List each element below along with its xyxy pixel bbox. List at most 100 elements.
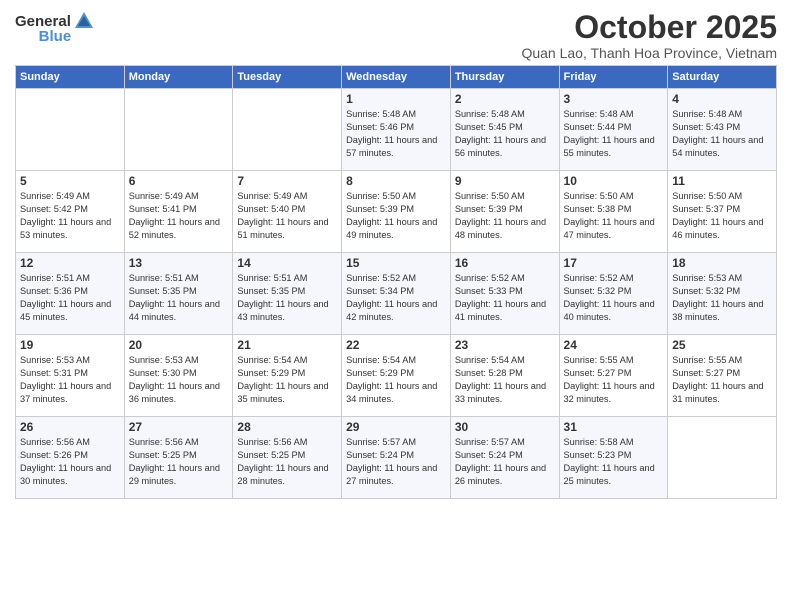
table-row: 19Sunrise: 5:53 AMSunset: 5:31 PMDayligh… xyxy=(16,335,125,417)
table-row: 10Sunrise: 5:50 AMSunset: 5:38 PMDayligh… xyxy=(559,171,668,253)
table-row: 2Sunrise: 5:48 AMSunset: 5:45 PMDaylight… xyxy=(450,89,559,171)
cell-daylight: Daylight: 11 hours and 27 minutes. xyxy=(346,463,437,486)
cell-sunset: Sunset: 5:27 PM xyxy=(564,368,632,378)
table-row: 30Sunrise: 5:57 AMSunset: 5:24 PMDayligh… xyxy=(450,417,559,499)
cell-sunset: Sunset: 5:32 PM xyxy=(672,286,740,296)
table-row: 8Sunrise: 5:50 AMSunset: 5:39 PMDaylight… xyxy=(342,171,451,253)
table-row: 7 Sunrise: 5:49 AM Sunset: 5:40 PM Daylight… xyxy=(233,171,342,253)
day-number: 11 xyxy=(672,174,772,188)
cell-daylight: Daylight: 11 hours and 42 minutes. xyxy=(346,299,437,322)
cell-sunset: Sunset: 5:25 PM xyxy=(129,450,197,460)
cell-sunset: Sunset: 5:46 PM xyxy=(346,122,414,132)
cell-sunset: Sunset: 5:26 PM xyxy=(20,450,88,460)
table-row: 3Sunrise: 5:48 AMSunset: 5:44 PMDaylight… xyxy=(559,89,668,171)
day-number: 1 xyxy=(346,92,446,106)
day-number: 19 xyxy=(20,338,120,352)
cell-sunrise: Sunrise: 5:52 AM xyxy=(564,273,634,283)
cell-daylight: Daylight: 11 hours and 55 minutes. xyxy=(564,135,655,158)
cell-daylight: Daylight: 11 hours and 33 minutes. xyxy=(455,381,546,404)
cell-sunrise: Sunrise: 5:48 AM xyxy=(672,109,742,119)
cell-daylight: Daylight: 11 hours and 37 minutes. xyxy=(20,381,111,404)
cell-sunrise: Sunrise: 5:53 AM xyxy=(129,355,199,365)
cell-sunset: Sunset: 5:23 PM xyxy=(564,450,632,460)
cell-sunrise: Sunrise: 5:48 AM xyxy=(346,109,416,119)
cell-sunset: Sunset: 5:24 PM xyxy=(346,450,414,460)
table-row: 25Sunrise: 5:55 AMSunset: 5:27 PMDayligh… xyxy=(668,335,777,417)
table-row: 15Sunrise: 5:52 AMSunset: 5:34 PMDayligh… xyxy=(342,253,451,335)
day-number: 4 xyxy=(672,92,772,106)
cell-sunset: Sunset: 5:39 PM xyxy=(455,204,523,214)
cell-daylight: Daylight: 11 hours and 47 minutes. xyxy=(564,217,655,240)
cell-sunset: Sunset: 5:24 PM xyxy=(455,450,523,460)
cell-sunset: Sunset: 5:33 PM xyxy=(455,286,523,296)
cell-sunrise: Sunrise: 5:54 AM xyxy=(237,355,307,365)
cell-sunrise: Sunrise: 5:50 AM xyxy=(564,191,634,201)
cell-sunset: Sunset: 5:41 PM xyxy=(129,204,197,214)
table-row: 13Sunrise: 5:51 AMSunset: 5:35 PMDayligh… xyxy=(124,253,233,335)
cell-sunrise: Sunrise: 5:55 AM xyxy=(672,355,742,365)
cell-sunrise: Sunrise: 5:56 AM xyxy=(129,437,199,447)
logo-icon xyxy=(73,10,95,32)
day-number: 7 xyxy=(237,174,337,188)
table-row: 28Sunrise: 5:56 AMSunset: 5:25 PMDayligh… xyxy=(233,417,342,499)
header-tuesday: Tuesday xyxy=(233,66,342,89)
table-row: 4 Sunrise: 5:48 AM Sunset: 5:43 PM Daylight… xyxy=(668,89,777,171)
day-number: 29 xyxy=(346,420,446,434)
table-row: 9Sunrise: 5:50 AMSunset: 5:39 PMDaylight… xyxy=(450,171,559,253)
cell-sunset: Sunset: 5:38 PM xyxy=(564,204,632,214)
table-row: 18Sunrise: 5:53 AMSunset: 5:32 PMDayligh… xyxy=(668,253,777,335)
cell-daylight: Daylight: 11 hours and 34 minutes. xyxy=(346,381,437,404)
cell-sunset: Sunset: 5:44 PM xyxy=(564,122,632,132)
subtitle: Quan Lao, Thanh Hoa Province, Vietnam xyxy=(521,45,777,61)
cell-sunrise: Sunrise: 5:51 AM xyxy=(237,273,307,283)
table-row xyxy=(668,417,777,499)
cell-daylight: Daylight: 11 hours and 43 minutes. xyxy=(237,299,328,322)
main-container: General Blue October 2025 Quan Lao, Than… xyxy=(0,0,792,507)
cell-sunrise: Sunrise: 5:51 AM xyxy=(129,273,199,283)
cell-sunrise: Sunrise: 5:50 AM xyxy=(672,191,742,201)
logo: General Blue xyxy=(15,10,95,45)
cell-sunrise: Sunrise: 5:48 AM xyxy=(564,109,634,119)
cell-sunrise: Sunrise: 5:55 AM xyxy=(564,355,634,365)
cell-sunset: Sunset: 5:43 PM xyxy=(672,122,740,132)
cell-sunrise: Sunrise: 5:54 AM xyxy=(455,355,525,365)
table-row xyxy=(233,89,342,171)
day-number: 23 xyxy=(455,338,555,352)
cell-daylight: Daylight: 11 hours and 25 minutes. xyxy=(564,463,655,486)
cell-sunrise: Sunrise: 5:57 AM xyxy=(455,437,525,447)
cell-daylight: Daylight: 11 hours and 54 minutes. xyxy=(672,135,763,158)
cell-daylight: Daylight: 11 hours and 36 minutes. xyxy=(129,381,220,404)
day-number: 5 xyxy=(20,174,120,188)
table-row: 27Sunrise: 5:56 AMSunset: 5:25 PMDayligh… xyxy=(124,417,233,499)
header-friday: Friday xyxy=(559,66,668,89)
cell-daylight: Daylight: 11 hours and 52 minutes. xyxy=(129,217,220,240)
cell-daylight: Daylight: 11 hours and 57 minutes. xyxy=(346,135,437,158)
day-number: 9 xyxy=(455,174,555,188)
table-row xyxy=(124,89,233,171)
cell-daylight: Daylight: 11 hours and 56 minutes. xyxy=(455,135,546,158)
table-row: 21Sunrise: 5:54 AMSunset: 5:29 PMDayligh… xyxy=(233,335,342,417)
day-number: 12 xyxy=(20,256,120,270)
cell-sunset: Sunset: 5:40 PM xyxy=(237,204,305,214)
table-row: 29Sunrise: 5:57 AMSunset: 5:24 PMDayligh… xyxy=(342,417,451,499)
cell-sunset: Sunset: 5:35 PM xyxy=(237,286,305,296)
cell-sunset: Sunset: 5:39 PM xyxy=(346,204,414,214)
cell-sunrise: Sunrise: 5:49 AM xyxy=(20,191,90,201)
cell-daylight: Daylight: 11 hours and 40 minutes. xyxy=(564,299,655,322)
table-row: 1 Sunrise: 5:48 AM Sunset: 5:46 PM Daylight… xyxy=(342,89,451,171)
cell-sunset: Sunset: 5:29 PM xyxy=(346,368,414,378)
cell-sunrise: Sunrise: 5:56 AM xyxy=(237,437,307,447)
table-row: 14Sunrise: 5:51 AMSunset: 5:35 PMDayligh… xyxy=(233,253,342,335)
table-row: 6Sunrise: 5:49 AMSunset: 5:41 PMDaylight… xyxy=(124,171,233,253)
table-row: 26Sunrise: 5:56 AMSunset: 5:26 PMDayligh… xyxy=(16,417,125,499)
day-number: 15 xyxy=(346,256,446,270)
cell-daylight: Daylight: 11 hours and 29 minutes. xyxy=(129,463,220,486)
day-number: 31 xyxy=(564,420,664,434)
table-row: 17Sunrise: 5:52 AMSunset: 5:32 PMDayligh… xyxy=(559,253,668,335)
cell-daylight: Daylight: 11 hours and 51 minutes. xyxy=(237,217,328,240)
cell-daylight: Daylight: 11 hours and 31 minutes. xyxy=(672,381,763,404)
table-row: 20Sunrise: 5:53 AMSunset: 5:30 PMDayligh… xyxy=(124,335,233,417)
cell-sunrise: Sunrise: 5:49 AM xyxy=(237,191,307,201)
cell-daylight: Daylight: 11 hours and 30 minutes. xyxy=(20,463,111,486)
day-number: 26 xyxy=(20,420,120,434)
